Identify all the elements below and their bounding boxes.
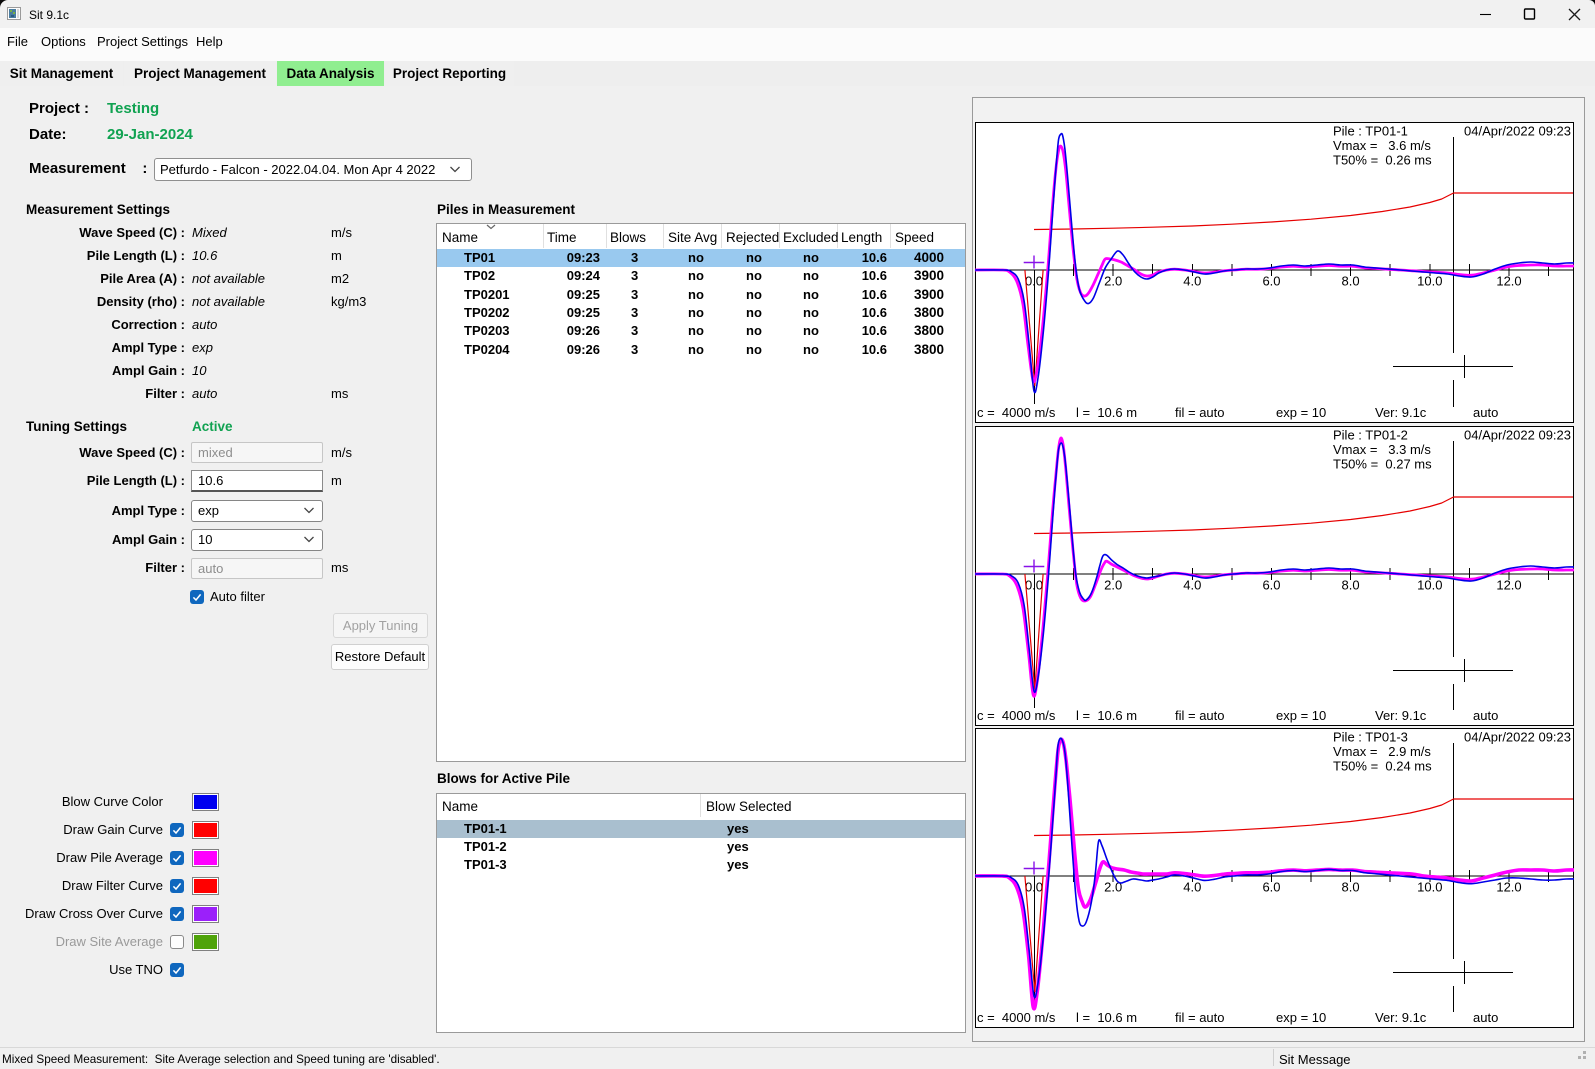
- svg-text:Ver: 9.1c: Ver: 9.1c: [1375, 405, 1427, 420]
- svg-text:Vmax = 2.9 m/s: Vmax = 2.9 m/s: [1333, 744, 1431, 759]
- svg-text:04/Apr/2022 09:23: 04/Apr/2022 09:23: [1464, 428, 1571, 443]
- svg-text:exp = 10: exp = 10: [1276, 708, 1326, 723]
- svg-text:6.0: 6.0: [1262, 880, 1280, 895]
- svg-text:10.0: 10.0: [1417, 274, 1442, 289]
- svg-text:Vmax = 3.6 m/s: Vmax = 3.6 m/s: [1333, 138, 1431, 153]
- svg-text:10.0: 10.0: [1417, 880, 1442, 895]
- svg-text:auto: auto: [1473, 708, 1498, 723]
- svg-text:auto: auto: [1473, 1010, 1498, 1025]
- svg-text:l = 10.6 m: l = 10.6 m: [1076, 708, 1137, 723]
- svg-text:exp = 10: exp = 10: [1276, 405, 1326, 420]
- svg-text:c = 4000 m/s: c = 4000 m/s: [977, 708, 1056, 723]
- svg-text:4.0: 4.0: [1183, 578, 1201, 593]
- svg-text:12.0: 12.0: [1496, 274, 1521, 289]
- svg-text:12.0: 12.0: [1496, 578, 1521, 593]
- svg-text:c = 4000 m/s: c = 4000 m/s: [977, 405, 1056, 420]
- svg-text:exp = 10: exp = 10: [1276, 1010, 1326, 1025]
- svg-text:Pile : TP01-3: Pile : TP01-3: [1333, 730, 1408, 745]
- svg-text:T50% = 0.26 ms: T50% = 0.26 ms: [1333, 153, 1432, 168]
- svg-text:Pile : TP01-2: Pile : TP01-2: [1333, 428, 1408, 443]
- svg-text:T50% = 0.24 ms: T50% = 0.24 ms: [1333, 759, 1432, 774]
- svg-text:4.0: 4.0: [1183, 880, 1201, 895]
- svg-text:fil = auto: fil = auto: [1175, 708, 1225, 723]
- svg-text:10.0: 10.0: [1417, 578, 1442, 593]
- svg-text:auto: auto: [1473, 405, 1498, 420]
- svg-text:04/Apr/2022 09:23: 04/Apr/2022 09:23: [1464, 730, 1571, 745]
- svg-text:8.0: 8.0: [1342, 274, 1360, 289]
- svg-text:Ver: 9.1c: Ver: 9.1c: [1375, 1010, 1427, 1025]
- svg-text:fil = auto: fil = auto: [1175, 405, 1225, 420]
- svg-text:T50% = 0.27 ms: T50% = 0.27 ms: [1333, 457, 1432, 472]
- svg-text:8.0: 8.0: [1342, 578, 1360, 593]
- svg-text:c = 4000 m/s: c = 4000 m/s: [977, 1010, 1056, 1025]
- svg-text:04/Apr/2022 09:23: 04/Apr/2022 09:23: [1464, 124, 1571, 139]
- svg-text:2.0: 2.0: [1104, 880, 1122, 895]
- svg-text:4.0: 4.0: [1183, 274, 1201, 289]
- svg-text:l = 10.6 m: l = 10.6 m: [1076, 1010, 1137, 1025]
- svg-text:6.0: 6.0: [1262, 578, 1280, 593]
- svg-text:6.0: 6.0: [1262, 274, 1280, 289]
- svg-text:fil = auto: fil = auto: [1175, 1010, 1225, 1025]
- svg-text:2.0: 2.0: [1104, 578, 1122, 593]
- svg-text:l = 10.6 m: l = 10.6 m: [1076, 405, 1137, 420]
- svg-text:8.0: 8.0: [1342, 880, 1360, 895]
- svg-text:Ver: 9.1c: Ver: 9.1c: [1375, 708, 1427, 723]
- svg-text:Vmax = 3.3 m/s: Vmax = 3.3 m/s: [1333, 442, 1431, 457]
- svg-text:Pile : TP01-1: Pile : TP01-1: [1333, 124, 1408, 139]
- svg-text:2.0: 2.0: [1104, 274, 1122, 289]
- svg-text:12.0: 12.0: [1496, 880, 1521, 895]
